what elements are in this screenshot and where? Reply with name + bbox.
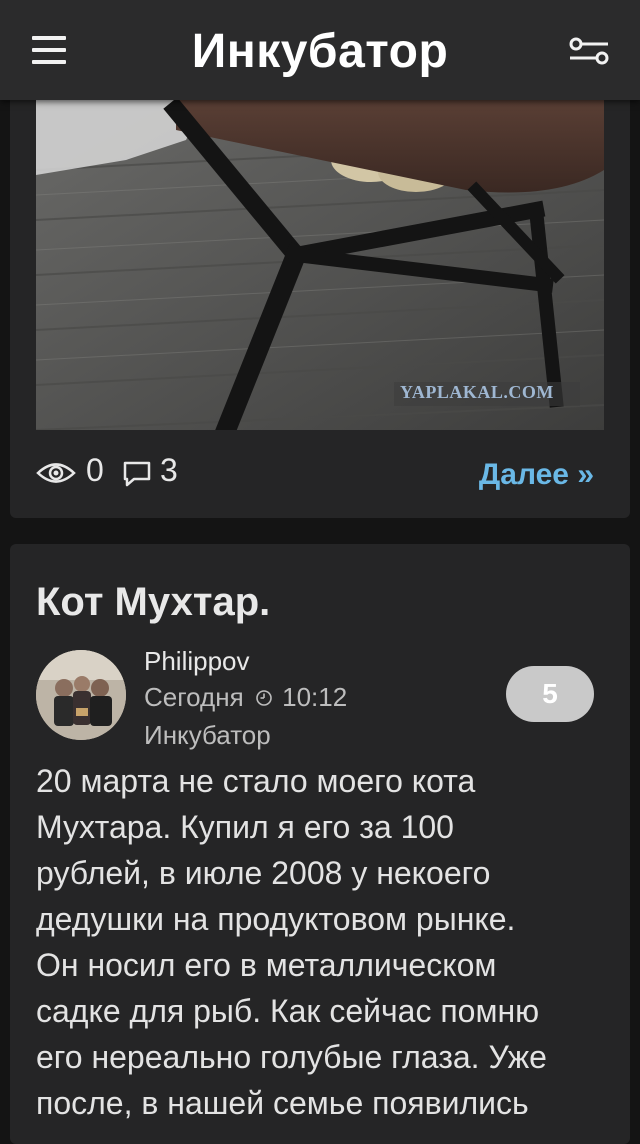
filter-button[interactable] — [566, 36, 612, 66]
page-title: Инкубатор — [191, 25, 449, 78]
slider-settings-icon — [569, 37, 609, 65]
eye-icon — [36, 463, 76, 483]
views-count: 0 — [86, 452, 104, 488]
clock-icon — [256, 690, 272, 706]
post-text-line: после, в нашей семье появились — [36, 1085, 529, 1121]
avatar-photo — [36, 650, 126, 740]
post-text-line: 20 марта не стало моего кота — [36, 763, 476, 799]
comments-count: 3 — [160, 452, 178, 488]
photo-watermark: YAPLAKAL.COM — [400, 382, 554, 402]
post-text-line: Он носил его в металлическом — [36, 947, 497, 983]
post-text-line: рублей, в июле 2008 у некоего — [36, 855, 491, 891]
comment-bubble-icon — [123, 461, 151, 487]
post-text-line: Мухтара. Купил я его за 100 — [36, 809, 454, 845]
post-title[interactable]: Кот Мухтар. — [36, 580, 270, 625]
post-date: Сегодня 10:12 — [144, 682, 347, 713]
author-name[interactable]: Philippov — [144, 646, 250, 677]
post-text-line: садке для рыб. Как сейчас помню — [36, 993, 540, 1029]
app-header: Инкубатор — [0, 0, 640, 100]
chair-floor-photo — [36, 100, 604, 430]
time-label: 10:12 — [282, 682, 348, 712]
post-text-line: его нереально голубые глаза. Уже — [36, 1039, 547, 1075]
author-avatar[interactable] — [36, 650, 126, 740]
post-category[interactable]: Инкубатор — [144, 720, 271, 751]
rating-badge[interactable]: 5 — [506, 666, 594, 722]
post-photo[interactable]: YAPLAKAL.COM — [36, 100, 604, 430]
post-text: 20 марта не стало моего кота Мухтара. Ку… — [36, 758, 606, 1126]
post-text-line: дедушки на продуктовом рынке. — [36, 901, 516, 937]
read-more-link[interactable]: Далее » — [479, 458, 594, 492]
date-label: Сегодня — [144, 682, 244, 712]
